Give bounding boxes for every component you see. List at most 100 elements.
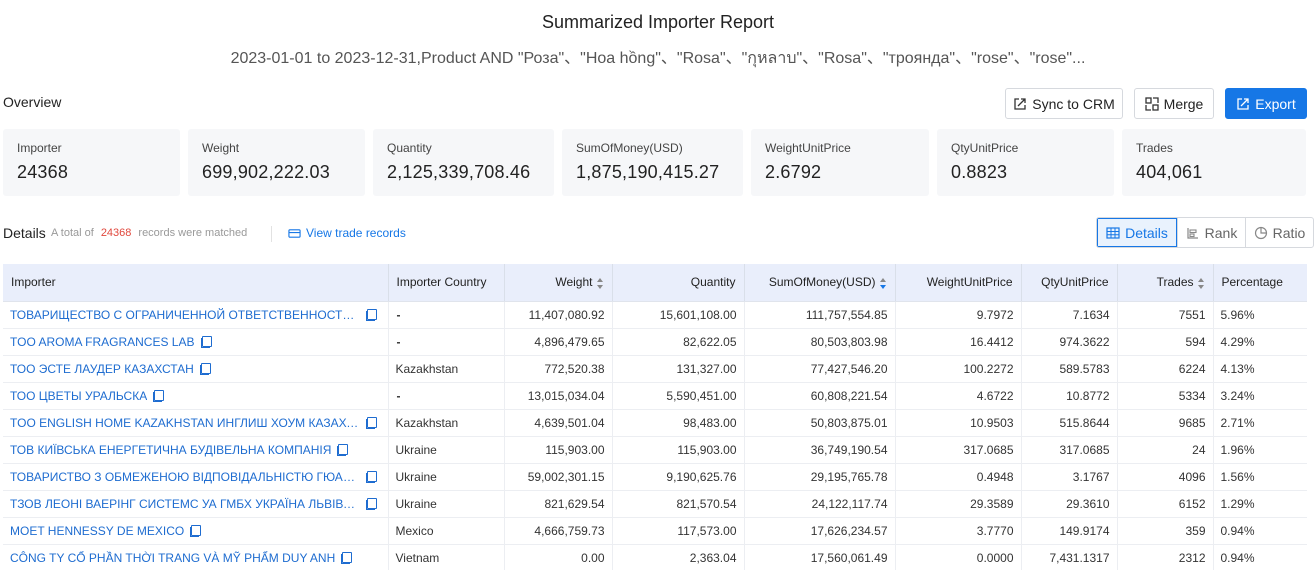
details-label: Details bbox=[3, 225, 46, 241]
col-weight[interactable]: Weight bbox=[504, 264, 613, 302]
trades-cell: 24 bbox=[1117, 436, 1214, 464]
percentage-cell: 4.13% bbox=[1213, 355, 1307, 383]
copy-icon[interactable] bbox=[337, 443, 349, 456]
importer-country-cell: - bbox=[388, 382, 505, 410]
rank-icon bbox=[1187, 227, 1198, 239]
tab-rank-label: Rank bbox=[1204, 224, 1238, 241]
weight-cell: 13,015,034.04 bbox=[504, 382, 613, 410]
trades-cell: 7551 bbox=[1117, 301, 1214, 329]
trades-cell: 9685 bbox=[1117, 409, 1214, 437]
view-trade-records-link[interactable]: View trade records bbox=[288, 226, 406, 240]
count-number: 24368 bbox=[100, 227, 132, 239]
table-row: ТОО ЭСТЕ ЛАУДЕР КАЗАХСТАН Kazakhstan 772,5… bbox=[3, 355, 1307, 383]
weight-unit-price-cell: 317.0685 bbox=[895, 436, 1022, 464]
importer-name-link[interactable]: MOET HENNESSY DE MEXICO bbox=[10, 524, 184, 538]
col-percentage[interactable]: Percentage bbox=[1213, 264, 1307, 302]
importer-name-link[interactable]: ТОО ЭСТЕ ЛАУДЕР КАЗАХСТАН bbox=[10, 362, 194, 376]
tab-ratio-label: Ratio bbox=[1272, 224, 1306, 241]
stat-value: 404,061 bbox=[1136, 162, 1203, 182]
trades-cell: 4096 bbox=[1117, 463, 1214, 491]
percentage-cell: 1.96% bbox=[1213, 436, 1307, 464]
col-qty-unit-price[interactable]: QtyUnitPrice bbox=[1021, 264, 1118, 302]
stat-label: Importer bbox=[17, 141, 62, 155]
stat-importer: Importer 24368 bbox=[3, 129, 180, 196]
importer-name-link[interactable]: ТОВ КИЇВСЬКА ЕНЕРГЕТИЧНА БУДІВЕЛЬНА КОМП… bbox=[10, 443, 331, 457]
trades-cell: 2312 bbox=[1117, 544, 1214, 570]
pie-chart-icon bbox=[1254, 226, 1267, 239]
copy-icon[interactable] bbox=[153, 389, 165, 402]
col-importer-country[interactable]: Importer Country bbox=[388, 264, 505, 302]
importer-country-cell: - bbox=[388, 301, 505, 329]
stat-label: Weight bbox=[202, 141, 240, 155]
tab-details[interactable]: Details bbox=[1097, 218, 1177, 247]
sum-of-money-cell: 50,803,875.01 bbox=[744, 409, 896, 437]
sum-of-money-cell: 17,560,061.49 bbox=[744, 544, 896, 570]
percentage-cell: 1.56% bbox=[1213, 463, 1307, 491]
copy-icon[interactable] bbox=[366, 497, 377, 510]
quantity-cell: 98,483.00 bbox=[612, 409, 745, 437]
stat-value: 2,125,339,708.46 bbox=[387, 162, 531, 182]
importer-country-cell: Vietnam bbox=[388, 544, 505, 570]
table-icon bbox=[1106, 226, 1120, 239]
copy-icon[interactable] bbox=[199, 362, 211, 375]
weight-unit-price-cell: 9.7972 bbox=[895, 301, 1022, 329]
percentage-cell: 1.29% bbox=[1213, 490, 1307, 518]
trades-cell: 359 bbox=[1117, 517, 1214, 545]
importer-name-link[interactable]: ТОВАРИСТВО З ОБМЕЖЕНОЮ ВІДПОВІДАЛЬНІСТЮ … bbox=[10, 470, 360, 484]
sort-icon[interactable] bbox=[879, 277, 887, 289]
importer-table: Importer Importer Country Weight Quantit… bbox=[3, 264, 1307, 570]
percentage-cell: 2.71% bbox=[1213, 409, 1307, 437]
count-suffix: records were matched bbox=[138, 227, 248, 239]
export-button[interactable]: Export bbox=[1225, 88, 1307, 119]
sum-of-money-cell: 36,749,190.54 bbox=[744, 436, 896, 464]
importer-name-link[interactable]: TOO ENGLISH HOME KAZAKHSTAN ИНГЛИШ ХОУМ … bbox=[10, 416, 360, 430]
sync-to-crm-label: Sync to CRM bbox=[1032, 95, 1115, 112]
merge-button[interactable]: Merge bbox=[1134, 88, 1214, 119]
col-trades[interactable]: Trades bbox=[1117, 264, 1214, 302]
sum-of-money-cell: 17,626,234.57 bbox=[744, 517, 896, 545]
stat-label: Trades bbox=[1136, 141, 1173, 155]
tab-ratio[interactable]: Ratio bbox=[1245, 218, 1313, 247]
importer-name-link[interactable]: ТОО ЦВЕТЫ УРАЛЬСКА bbox=[10, 389, 147, 403]
importer-name-cell: ТОВАРИЩЕСТВО С ОГРАНИЧЕННОЙ ОТВЕТСТВЕННО… bbox=[3, 301, 389, 329]
copy-icon[interactable] bbox=[200, 335, 212, 348]
qty-unit-price-cell: 149.9174 bbox=[1021, 517, 1118, 545]
importer-name-link[interactable]: TOO AROMA FRAGRANCES LAB bbox=[10, 335, 195, 349]
quantity-cell: 115,903.00 bbox=[612, 436, 745, 464]
stat-label: SumOfMoney(USD) bbox=[576, 141, 683, 155]
importer-name-link[interactable]: CÔNG TY CỔ PHẦN THỜI TRANG VÀ MỸ PHẨM DU… bbox=[10, 551, 335, 565]
importer-name-link[interactable]: ТОВАРИЩЕСТВО С ОГРАНИЧЕННОЙ ОТВЕТСТВЕННО… bbox=[10, 308, 360, 322]
sum-of-money-cell: 80,503,803.98 bbox=[744, 328, 896, 356]
details-toolbar: Details A total of 24368 records were matc… bbox=[3, 217, 1314, 248]
copy-icon[interactable] bbox=[366, 470, 377, 483]
sync-to-crm-button[interactable]: Sync to CRM bbox=[1005, 88, 1123, 119]
col-weight-unit-price[interactable]: WeightUnitPrice bbox=[895, 264, 1022, 302]
table-row: ТОО ЦВЕТЫ УРАЛЬСКА -13,015,034.04 5,590,45… bbox=[3, 382, 1307, 410]
stat-qty-unit-price: QtyUnitPrice 0.8823 bbox=[937, 129, 1114, 196]
copy-icon[interactable] bbox=[190, 524, 202, 537]
importer-name-link[interactable]: ТЗОВ ЛЕОНІ ВАЕРІНГ СИСТЕМС УА ГМБХ УКРАЇ… bbox=[10, 497, 360, 511]
qty-unit-price-cell: 29.3610 bbox=[1021, 490, 1118, 518]
sort-icon[interactable] bbox=[1197, 277, 1205, 289]
importer-country-cell: Ukraine bbox=[388, 463, 505, 491]
copy-icon[interactable] bbox=[366, 416, 377, 429]
sort-icon[interactable] bbox=[596, 277, 604, 289]
qty-unit-price-cell: 7.1634 bbox=[1021, 301, 1118, 329]
view-mode-tabs: Details Rank Ratio bbox=[1096, 217, 1314, 248]
copy-icon[interactable] bbox=[341, 551, 353, 564]
export-icon bbox=[1237, 97, 1249, 110]
trades-cell: 5334 bbox=[1117, 382, 1214, 410]
col-sum-of-money[interactable]: SumOfMoney(USD) bbox=[744, 264, 896, 302]
qty-unit-price-cell: 974.3622 bbox=[1021, 328, 1118, 356]
col-quantity[interactable]: Quantity bbox=[612, 264, 745, 302]
stat-value: 1,875,190,415.27 bbox=[576, 162, 720, 182]
merge-label: Merge bbox=[1163, 95, 1204, 112]
stat-label: QtyUnitPrice bbox=[951, 141, 1019, 155]
tab-rank[interactable]: Rank bbox=[1177, 218, 1245, 247]
table-row: MOET HENNESSY DE MEXICO Mexico 4,666,759.7… bbox=[3, 517, 1307, 545]
stat-weight: Weight 699,902,222.03 bbox=[188, 129, 365, 196]
col-importer[interactable]: Importer bbox=[3, 264, 389, 302]
copy-icon[interactable] bbox=[366, 308, 377, 321]
weight-unit-price-cell: 0.4948 bbox=[895, 463, 1022, 491]
trades-cell: 6224 bbox=[1117, 355, 1214, 383]
